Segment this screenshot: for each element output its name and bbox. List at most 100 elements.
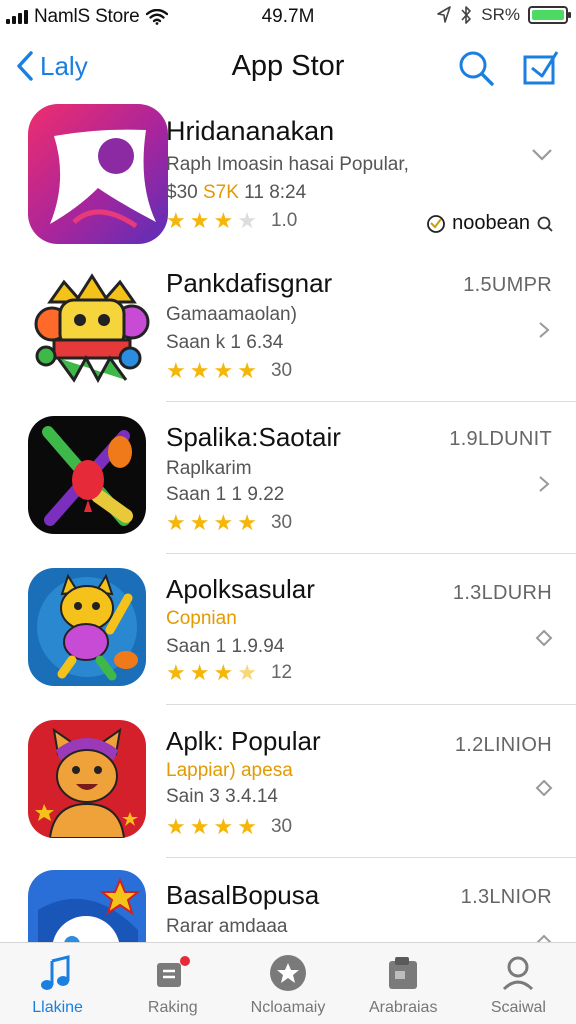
star-icon: ★	[237, 510, 257, 535]
star-rating: ★ ★ ★ ★ 30	[166, 360, 292, 382]
chevron-down-icon[interactable]	[530, 144, 554, 164]
star-rating: ★ ★ ★ ★ 30	[166, 512, 292, 534]
status-right: SR%	[437, 5, 571, 25]
chevron-right-icon[interactable]	[534, 474, 554, 494]
app-icon	[28, 104, 168, 244]
app-meta: $30 S7K 11 8:24	[166, 182, 306, 204]
apps-icon	[389, 957, 418, 989]
star-icon: ★	[213, 208, 234, 233]
tab-featured[interactable]: Ncloamaiy	[230, 943, 345, 1024]
app-name: Hridananakan	[166, 116, 335, 146]
meta-suffix: 11 8:24	[238, 182, 307, 203]
chevron-right-icon[interactable]	[534, 628, 554, 648]
compose-icon[interactable]	[520, 48, 560, 88]
location-icon	[437, 6, 452, 23]
app-meta: Saan k 1 6.34	[166, 332, 284, 353]
app-subtitle: Gamaamaolan)	[166, 304, 297, 325]
star-icon: ★	[189, 358, 210, 383]
check-badge-icon	[427, 214, 446, 233]
row-divider	[166, 401, 576, 402]
app-size: 1.5UMPR	[463, 274, 552, 296]
app-icon	[28, 416, 146, 534]
app-subtitle: Rarar amdaaa	[166, 916, 288, 937]
star-icon: ★	[237, 208, 257, 233]
battery-icon	[528, 6, 571, 24]
star-icon: ★	[189, 510, 210, 535]
bluetooth-icon	[461, 6, 472, 24]
app-icon	[30, 264, 154, 388]
app-meta: Saan 1 1 9.22	[166, 484, 285, 505]
tab-music[interactable]: Llakine	[0, 943, 115, 1024]
star-icon: ★	[189, 814, 210, 839]
row-divider	[166, 704, 576, 705]
app-row[interactable]: BasalBopusa Rarar amdaaa 1.3LNIOR	[0, 858, 576, 942]
search-icon[interactable]	[456, 48, 496, 88]
featured-star-icon	[270, 955, 306, 991]
rating-count: 30	[270, 360, 293, 381]
star-icon: ★	[189, 660, 210, 685]
tab-ranking[interactable]: Raking	[115, 943, 230, 1024]
app-subtitle: Copnian	[166, 608, 237, 629]
star-rating: ★ ★ ★ ★ 30	[166, 816, 292, 838]
star-icon: ★	[189, 208, 210, 233]
app-size: 1.3LNIOR	[460, 886, 552, 908]
tab-apps[interactable]: Arabraias	[346, 943, 461, 1024]
star-icon: ★	[213, 358, 234, 383]
rating-count: 30	[270, 816, 293, 837]
star-rating: ★ ★ ★ ★ 1.0	[166, 210, 297, 232]
chevron-down-icon[interactable]	[534, 930, 554, 942]
app-row[interactable]: Apolksasular Copnian Saan 1 1.9.94 ★ ★ ★ ★ 1…	[0, 556, 576, 706]
tab-label: Ncloamaiy	[250, 999, 326, 1016]
star-icon: ★	[166, 814, 186, 839]
star-icon: ★	[166, 208, 186, 233]
tab-label: Scaiwal	[490, 999, 546, 1016]
app-size: 1.2LINIOH	[454, 734, 552, 756]
row-divider	[166, 553, 576, 554]
app-size: 1.3LDURH	[452, 582, 552, 604]
x-balloon-logo-icon	[28, 416, 146, 534]
star-icon: ★	[237, 814, 257, 839]
mascot-logo-icon	[30, 264, 154, 388]
chevron-right-icon[interactable]	[534, 778, 554, 798]
app-row[interactable]: Aplk: Popular Lappiar) apesa Sain 3 3.4.…	[0, 706, 576, 858]
star-icon: ★	[237, 660, 257, 685]
app-meta: Saan 1 1.9.94	[166, 636, 285, 657]
tab-label: Arabraias	[368, 999, 438, 1016]
developer-badge[interactable]: noobean	[426, 212, 554, 235]
star-icon: ★	[213, 510, 234, 535]
app-subtitle: Raplkarim	[166, 458, 252, 479]
app-name: BasalBopusa	[166, 880, 320, 910]
app-row[interactable]: Hridananakan Raph Imoasin hasai Popular,…	[0, 100, 576, 250]
app-name: Spalika:Saotair	[166, 422, 341, 452]
app-subtitle: Lappiar) apesa	[166, 760, 293, 781]
chevron-right-icon[interactable]	[534, 320, 554, 340]
rocket-logo-icon	[28, 104, 168, 244]
tab-bar: Llakine Raking Ncloamaiy Arabraias Scaiw…	[0, 942, 576, 1024]
music-note-icon	[40, 955, 70, 990]
app-meta: Sain 3 3.4.14	[166, 786, 278, 807]
rating-count: 12	[270, 662, 293, 683]
app-name: Apolksasular	[166, 574, 315, 604]
app-icon	[28, 870, 146, 942]
app-row[interactable]: Pankdafisgnar Gamaamaolan) Saan k 1 6.34…	[0, 254, 576, 404]
app-icon	[28, 720, 146, 838]
price-label: $30	[166, 182, 203, 203]
status-bar: NamlS Store 49.7M SR%	[0, 0, 576, 34]
navigation-bar: Laly App Stor	[0, 40, 576, 96]
app-icon	[28, 568, 146, 686]
app-list[interactable]: Hridananakan Raph Imoasin hasai Popular,…	[0, 100, 576, 942]
app-name: Pankdafisgnar	[166, 268, 333, 298]
app-name: Aplk: Popular	[166, 726, 321, 756]
star-icon: ★	[213, 814, 234, 839]
tab-search[interactable]: Scaiwal	[461, 943, 576, 1024]
blue-star-logo-icon	[28, 870, 146, 942]
price-highlight: S7K	[202, 182, 239, 203]
search-person-icon	[503, 956, 534, 991]
tab-label: Llakine	[32, 999, 83, 1016]
star-rating: ★ ★ ★ ★ 12	[166, 662, 292, 684]
developer-label: noobean	[452, 212, 530, 234]
app-size: 1.9LDUNIT	[449, 428, 552, 450]
star-icon: ★	[213, 660, 234, 685]
app-row[interactable]: Spalika:Saotair Raplkarim Saan 1 1 9.22 …	[0, 404, 576, 556]
rating-count: 30	[270, 512, 293, 533]
